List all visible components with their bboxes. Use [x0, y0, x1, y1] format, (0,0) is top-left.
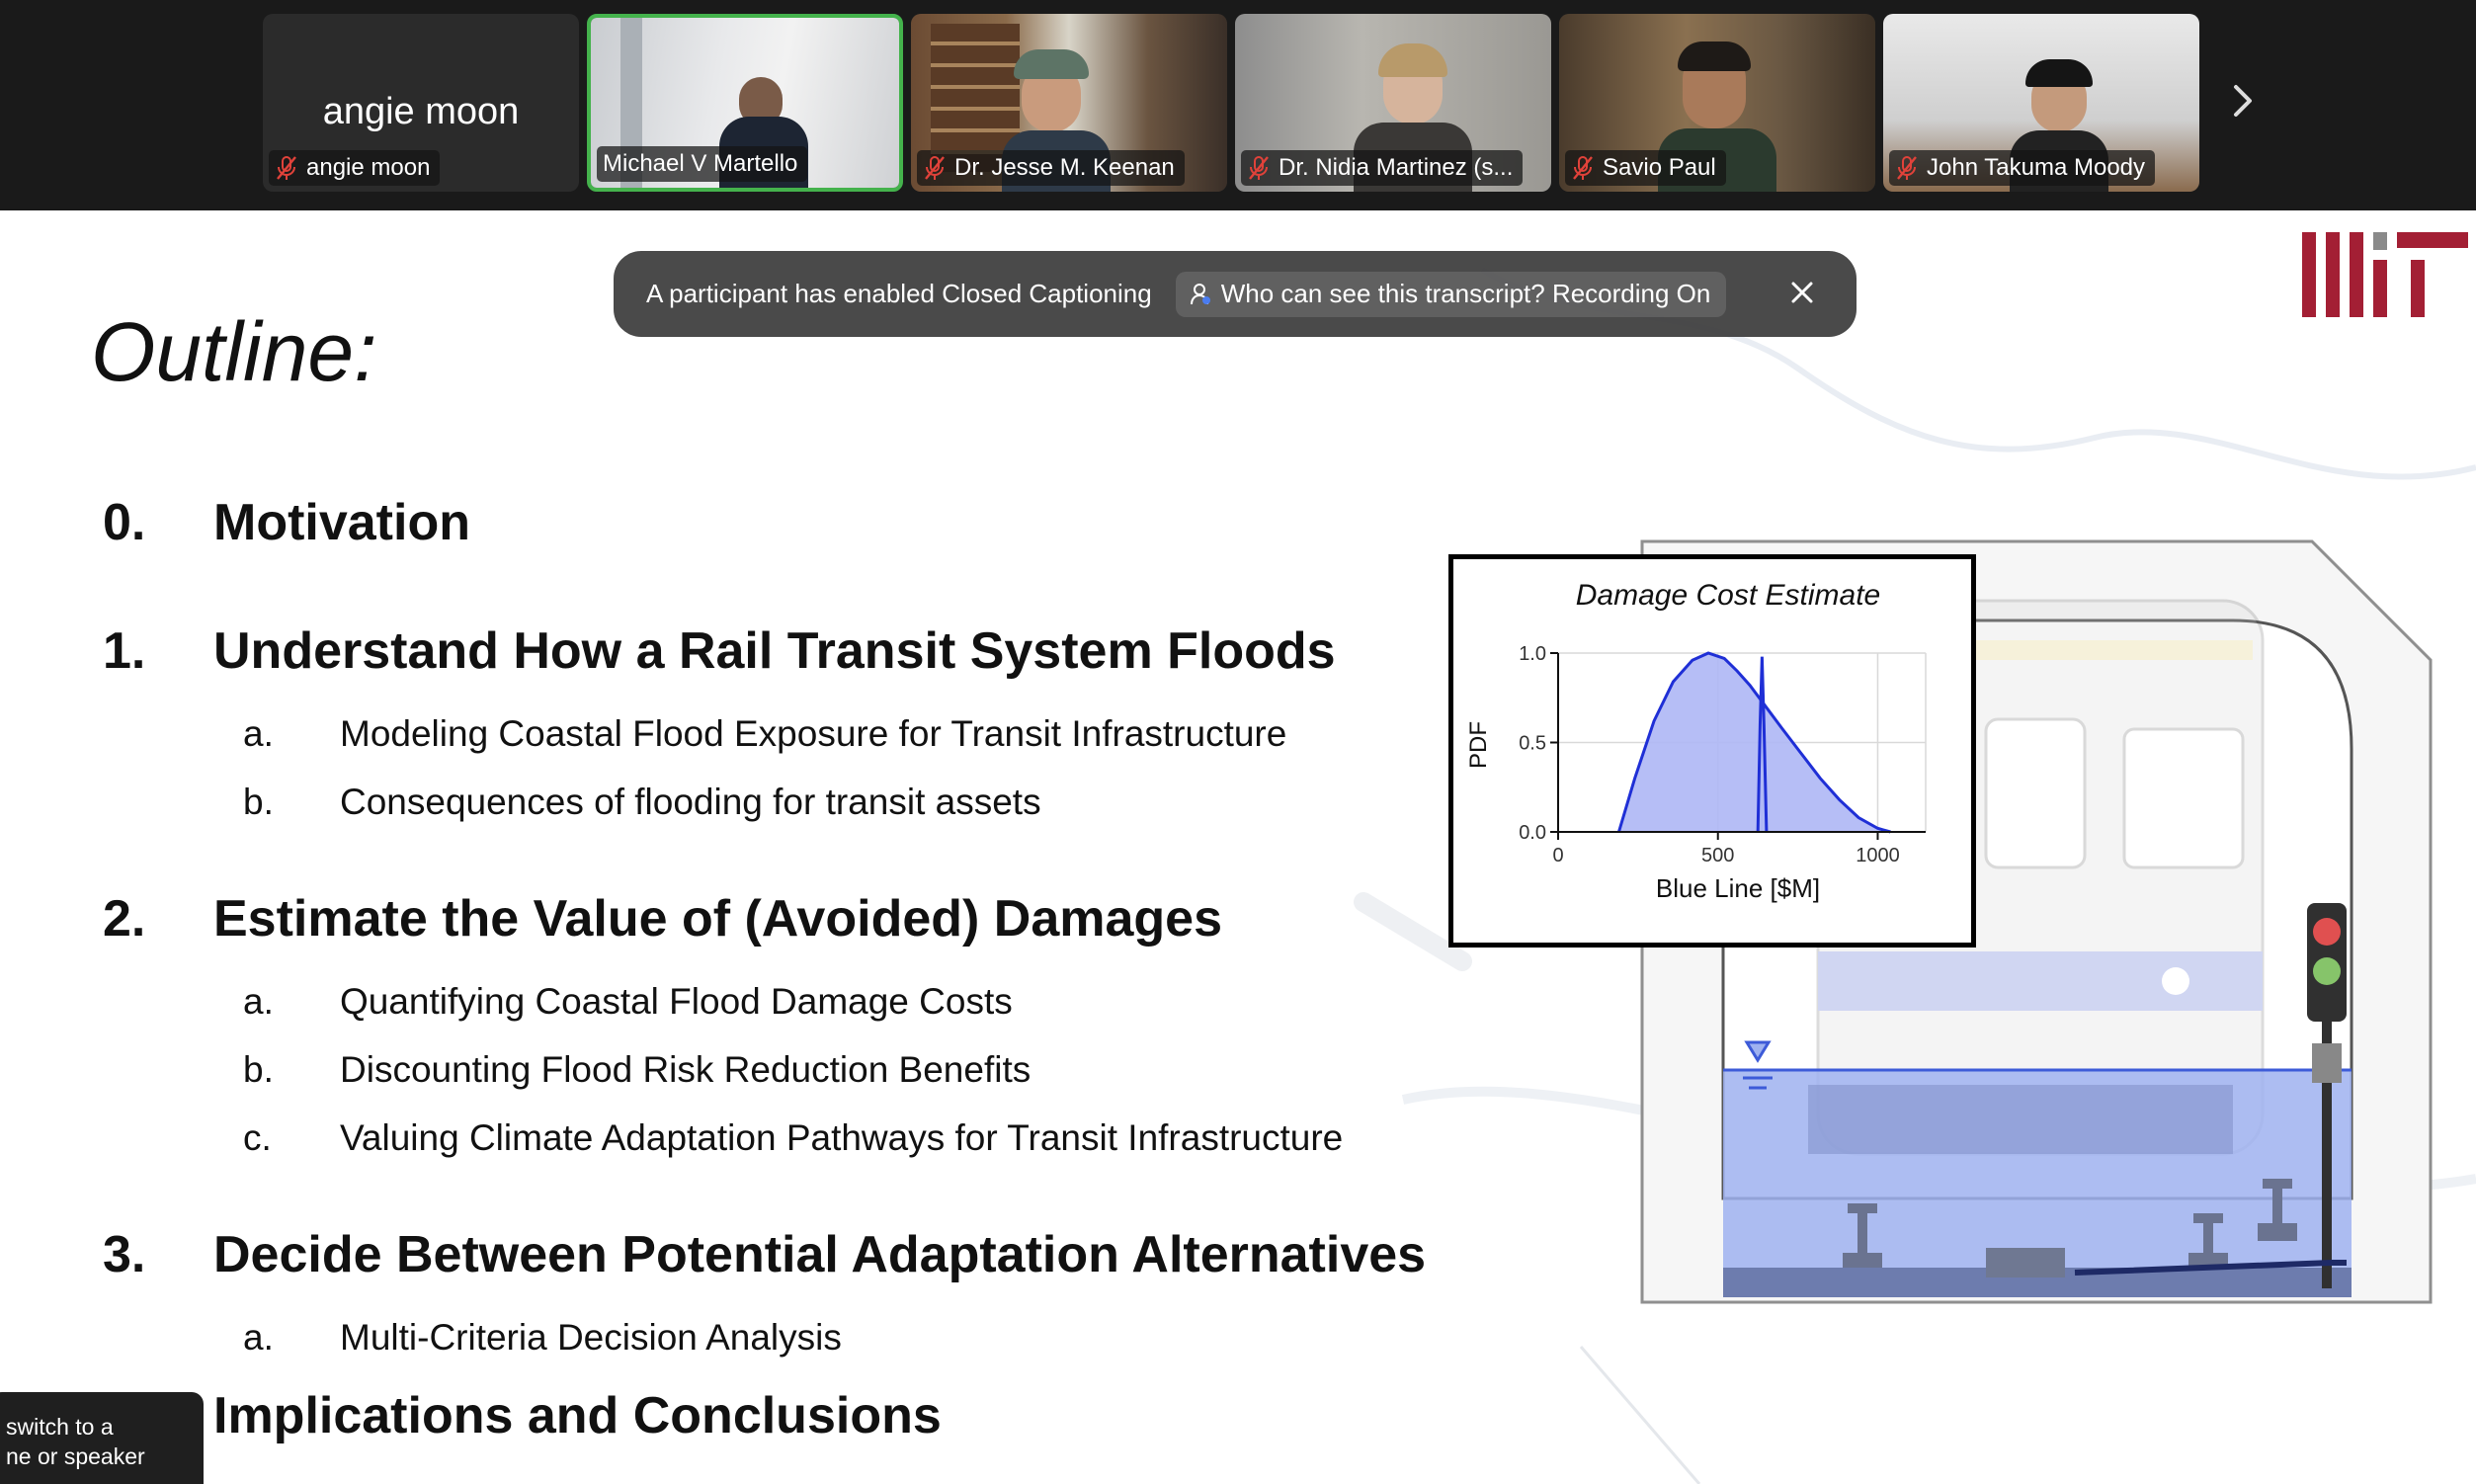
chart-title: Damage Cost Estimate	[1576, 579, 1880, 612]
subitem-text: Valuing Climate Adaptation Pathways for …	[340, 1117, 1344, 1158]
chart-y-tick-label: 0.5	[1519, 733, 1546, 755]
participant-nametag: angie moon	[269, 150, 441, 186]
close-icon[interactable]	[1789, 280, 1815, 305]
muted-mic-icon	[925, 156, 945, 180]
participant-nametag: Savio Paul	[1565, 150, 1726, 186]
participant-name: Dr. Nidia Martinez (s...	[1279, 154, 1514, 181]
closed-caption-banner: A participant has enabled Closed Caption…	[614, 251, 1857, 337]
participant-tile-jesse-keenan[interactable]: Dr. Jesse M. Keenan	[911, 14, 1227, 192]
muted-mic-icon	[1249, 156, 1269, 180]
participant-tile-angie-moon[interactable]: angie moon angie moon	[263, 14, 579, 192]
participant-tile-michael-martello[interactable]: Michael V Martello	[587, 14, 903, 192]
subitem-text: Consequences of flooding for transit ass…	[340, 782, 1041, 822]
participant-strip: angie moon angie moon Michael V Martello…	[0, 0, 2476, 210]
participant-nametag: Dr. Nidia Martinez (s...	[1241, 150, 1524, 186]
section-number: 1.	[103, 622, 146, 680]
subitem-letter: a.	[243, 1317, 274, 1358]
mit-logo	[2302, 232, 2468, 317]
participant-nametag: Michael V Martello	[597, 146, 808, 182]
section-number: 3.	[103, 1226, 146, 1283]
subitem-text: Multi-Criteria Decision Analysis	[340, 1317, 842, 1358]
damage-cost-chart: Damage Cost Estimate PDF Blue Line [$M] …	[1448, 554, 1976, 948]
section-title: Motivation	[213, 494, 470, 551]
section-title: Implications and Conclusions	[213, 1387, 942, 1444]
switch-view-tooltip[interactable]: switch to a ne or speaker	[0, 1392, 204, 1484]
person-icon	[1190, 283, 1210, 304]
section-number: 2.	[103, 890, 146, 948]
tooltip-line: ne or speaker	[6, 1443, 145, 1469]
subitem-text: Quantifying Coastal Flood Damage Costs	[340, 981, 1013, 1022]
participant-nametag: John Takuma Moody	[1889, 150, 2156, 186]
slide-title: Outline:	[91, 305, 377, 398]
muted-mic-icon	[1573, 156, 1593, 180]
subitem-text: Discounting Flood Risk Reduction Benefit…	[340, 1049, 1032, 1090]
participant-name: Dr. Jesse M. Keenan	[954, 154, 1175, 181]
participant-nametag: Dr. Jesse M. Keenan	[917, 150, 1185, 186]
participant-name: Michael V Martello	[603, 150, 798, 177]
chevron-right-icon[interactable]	[2223, 81, 2263, 121]
section-title: Decide Between Potential Adaptation Alte…	[213, 1226, 1427, 1283]
subitem-letter: a.	[243, 713, 274, 754]
section-title: Estimate the Value of (Avoided) Damages	[213, 890, 1223, 948]
section-title: Understand How a Rail Transit System Flo…	[213, 622, 1336, 680]
participant-name: Savio Paul	[1603, 154, 1716, 181]
cc-pill-text: Who can see this transcript? Recording O…	[1220, 279, 1711, 308]
participant-name: John Takuma Moody	[1927, 154, 2146, 181]
chart-x-tick-label: 1000	[1856, 845, 1900, 866]
participant-tile-nidia-martinez[interactable]: Dr. Nidia Martinez (s...	[1235, 14, 1551, 192]
subitem-letter: a.	[243, 981, 274, 1022]
muted-mic-icon	[277, 156, 296, 180]
muted-mic-icon	[1897, 156, 1917, 180]
participant-name: angie moon	[306, 154, 431, 181]
chart-x-tick-label: 0	[1552, 845, 1563, 866]
subitem-letter: c.	[243, 1117, 272, 1158]
participant-tile-john-moody[interactable]: John Takuma Moody	[1883, 14, 2199, 192]
tooltip-line: switch to a	[6, 1414, 114, 1440]
subitem-letter: b.	[243, 782, 274, 822]
chart-canvas: Damage Cost Estimate PDF Blue Line [$M] …	[1465, 579, 1927, 903]
chart-y-tick-label: 1.0	[1519, 643, 1546, 665]
section-number: 0.	[103, 494, 146, 551]
chart-x-tick-label: 500	[1701, 845, 1734, 866]
subitem-letter: b.	[243, 1049, 274, 1090]
chart-y-tick-label: 0.0	[1519, 822, 1546, 844]
participant-tile-savio-paul[interactable]: Savio Paul	[1559, 14, 1875, 192]
shared-slide: Outline: 0. Motivation 1. Understand How…	[0, 210, 2476, 1484]
chart-x-axis-label: Blue Line [$M]	[1656, 873, 1820, 903]
participant-display-name: angie moon	[322, 91, 520, 132]
chart-y-axis-label: PDF	[1465, 721, 1492, 769]
transcript-visibility-button[interactable]: Who can see this transcript? Recording O…	[1175, 271, 1727, 317]
subitem-text: Modeling Coastal Flood Exposure for Tran…	[340, 713, 1287, 754]
cc-message: A participant has enabled Closed Caption…	[646, 279, 1152, 308]
